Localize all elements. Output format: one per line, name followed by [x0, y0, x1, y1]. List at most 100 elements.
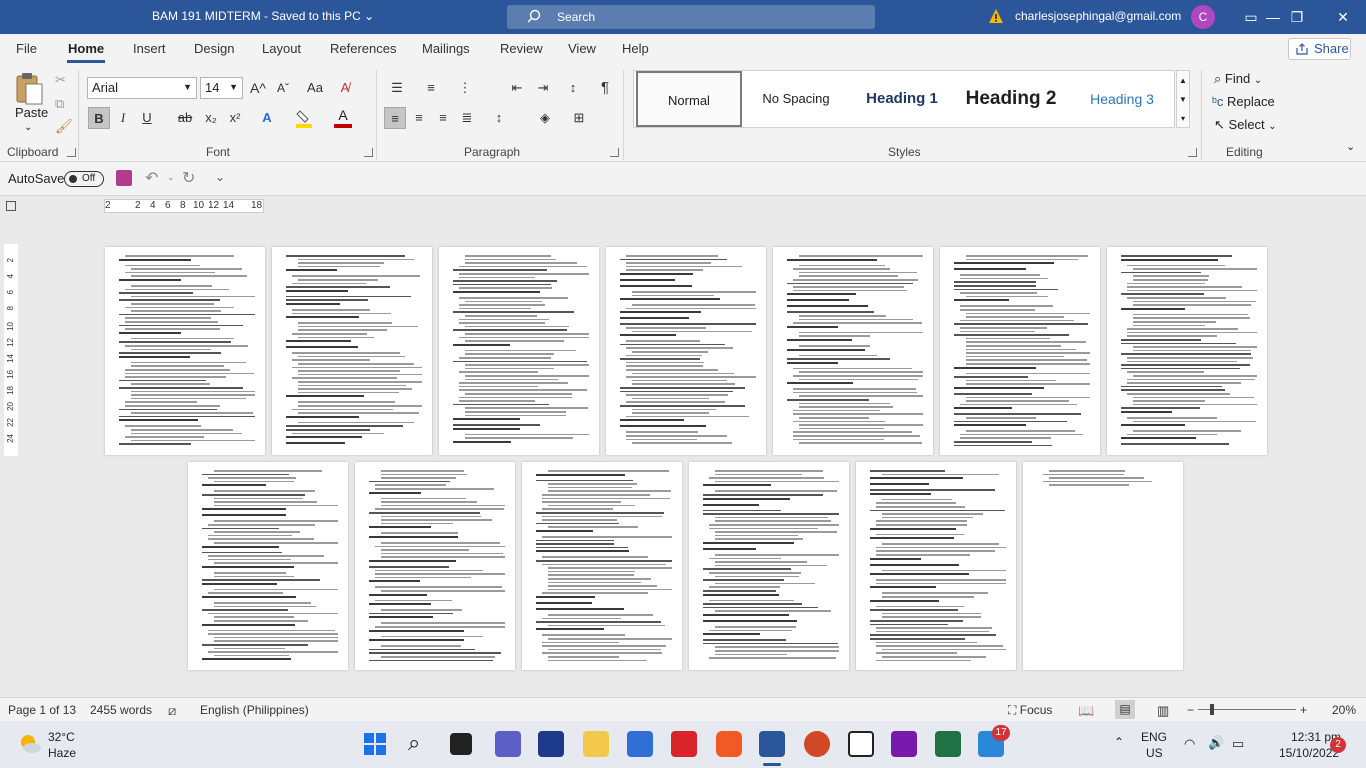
page-1[interactable]: [105, 247, 265, 455]
web-layout-icon[interactable]: ▥: [1157, 703, 1169, 719]
find-button[interactable]: ⌕ Find ⌄: [1214, 71, 1262, 87]
clipboard-launcher-icon[interactable]: [67, 148, 76, 157]
replace-button[interactable]: ᵇc Replace: [1212, 94, 1275, 109]
battery-icon[interactable]: ▭: [1232, 736, 1244, 752]
align-right-icon[interactable]: ≡: [432, 107, 454, 129]
start-icon[interactable]: [364, 733, 386, 755]
tab-view[interactable]: View: [568, 41, 596, 56]
autosave-toggle[interactable]: Off: [64, 171, 104, 187]
powerpoint-icon[interactable]: [804, 731, 830, 757]
word-count[interactable]: 2455 words: [90, 703, 152, 717]
page-count[interactable]: Page 1 of 13: [8, 703, 76, 717]
styles-launcher-icon[interactable]: [1188, 148, 1197, 157]
avatar[interactable]: C: [1191, 5, 1215, 29]
highlight-icon[interactable]: [295, 109, 313, 129]
proofing-icon[interactable]: ⧄: [168, 703, 176, 719]
bullets-icon[interactable]: ☰: [386, 77, 408, 99]
tab-mailings[interactable]: Mailings: [422, 41, 470, 56]
collapse-ribbon-icon[interactable]: ⌄: [1346, 140, 1355, 153]
clear-formatting-icon[interactable]: A̸: [334, 77, 356, 99]
search-icon[interactable]: ⌕: [408, 732, 420, 754]
page-3[interactable]: [439, 247, 599, 455]
language-code[interactable]: ENG: [1141, 730, 1167, 744]
show-marks-icon[interactable]: ¶: [594, 77, 616, 99]
font-color-icon[interactable]: A: [334, 107, 352, 129]
tab-insert[interactable]: Insert: [133, 41, 166, 56]
paragraph-launcher-icon[interactable]: [610, 148, 619, 157]
shading-icon[interactable]: ◈: [534, 107, 556, 129]
onenote-icon[interactable]: [891, 731, 917, 757]
tab-home[interactable]: Home: [68, 41, 104, 56]
redo-icon[interactable]: ↻: [182, 168, 195, 188]
style-no-spacing[interactable]: No Spacing: [746, 71, 846, 127]
close-button[interactable]: ✕: [1320, 0, 1366, 34]
app-icon[interactable]: [538, 731, 564, 757]
tab-selector-icon[interactable]: [6, 201, 16, 211]
word-icon[interactable]: [759, 731, 785, 757]
weather-condition[interactable]: Haze: [48, 746, 76, 760]
horizontal-ruler[interactable]: 2 2 4 6 8 10 12 14 18: [0, 196, 1366, 216]
sort-icon[interactable]: ↕: [562, 77, 584, 99]
superscript-button[interactable]: x²: [224, 107, 246, 129]
align-left-icon[interactable]: ≡: [384, 107, 406, 129]
borders-icon[interactable]: ⊞: [568, 107, 590, 129]
file-explorer-icon[interactable]: [583, 731, 609, 757]
page-11[interactable]: [689, 462, 849, 670]
strikethrough-button[interactable]: ab: [174, 107, 196, 129]
zoom-level[interactable]: 20%: [1332, 703, 1356, 717]
tab-layout[interactable]: Layout: [262, 41, 301, 56]
numbering-icon[interactable]: ≡: [420, 77, 442, 99]
multilevel-list-icon[interactable]: ⋮: [454, 77, 476, 99]
copy-icon[interactable]: ⧉: [55, 96, 64, 112]
page-9[interactable]: [355, 462, 515, 670]
customize-qat-icon[interactable]: ⌄: [215, 170, 225, 184]
chevron-down-icon[interactable]: ⌄: [167, 172, 175, 183]
font-name-select[interactable]: Arial ▼: [87, 77, 197, 99]
weather-icon[interactable]: [18, 733, 42, 755]
paste-icon[interactable]: [14, 72, 48, 108]
tab-help[interactable]: Help: [622, 41, 649, 56]
page-6[interactable]: [940, 247, 1100, 455]
language-indicator[interactable]: English (Philippines): [200, 703, 309, 717]
paste-button[interactable]: Paste: [15, 105, 48, 120]
tab-design[interactable]: Design: [194, 41, 234, 56]
style-normal[interactable]: Normal: [636, 71, 742, 127]
style-heading-2[interactable]: Heading 2: [956, 71, 1066, 127]
read-mode-icon[interactable]: 📖: [1078, 703, 1094, 719]
microsoft-store-icon[interactable]: [627, 731, 653, 757]
font-launcher-icon[interactable]: [364, 148, 373, 157]
print-layout-icon[interactable]: ▤: [1115, 700, 1135, 719]
justify-icon[interactable]: ≣: [456, 107, 478, 129]
restore-button[interactable]: ❐: [1274, 0, 1320, 34]
task-view-icon[interactable]: [450, 733, 472, 755]
share-button[interactable]: Share: [1288, 38, 1351, 60]
page-13[interactable]: [1023, 462, 1183, 670]
tab-references[interactable]: References: [330, 41, 396, 56]
zoom-out-icon[interactable]: −: [1187, 703, 1194, 717]
tab-review[interactable]: Review: [500, 41, 543, 56]
page-5[interactable]: [773, 247, 933, 455]
chevron-up-icon[interactable]: ⌃: [1114, 735, 1124, 749]
focus-button[interactable]: ⛶ Focus: [1008, 703, 1052, 718]
line-spacing-icon[interactable]: ↕: [488, 107, 510, 129]
page-4[interactable]: [606, 247, 766, 455]
italic-button[interactable]: I: [112, 107, 134, 129]
align-center-icon[interactable]: ≡: [408, 107, 430, 129]
page-8[interactable]: [188, 462, 348, 670]
zoom-in-icon[interactable]: +: [1300, 703, 1307, 717]
grow-font-button[interactable]: A^: [247, 77, 269, 99]
underline-button[interactable]: U: [136, 107, 158, 129]
format-painter-icon[interactable]: 🖌: [55, 118, 73, 135]
chevron-down-icon[interactable]: ⌄: [24, 122, 32, 133]
keyboard-layout[interactable]: US: [1146, 746, 1163, 760]
increase-indent-icon[interactable]: ⇥: [532, 77, 554, 99]
text-effects-icon[interactable]: A: [256, 107, 278, 129]
warning-icon[interactable]: [988, 8, 1004, 24]
undo-icon[interactable]: ↶: [145, 168, 158, 188]
document-title[interactable]: BAM 191 MIDTERM - Saved to this PC ⌄: [152, 9, 374, 23]
tab-file[interactable]: File: [16, 41, 37, 56]
save-icon[interactable]: [116, 170, 132, 186]
page-10[interactable]: [522, 462, 682, 670]
bold-button[interactable]: B: [88, 107, 110, 129]
page-2[interactable]: [272, 247, 432, 455]
